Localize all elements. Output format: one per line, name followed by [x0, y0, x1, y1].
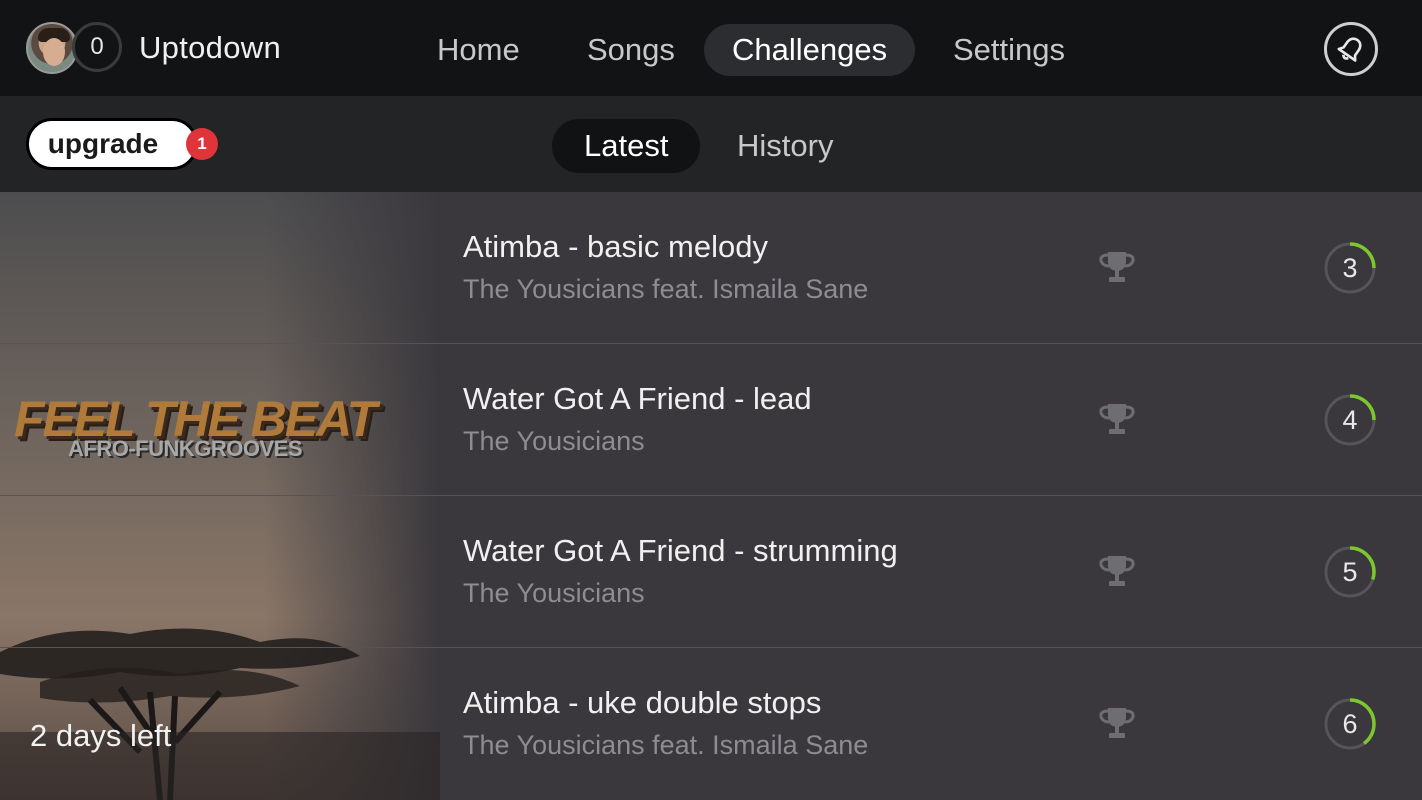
challenge-level: 3	[1342, 253, 1358, 283]
challenge-artist: The Yousicians	[463, 426, 645, 456]
challenge-level: 5	[1342, 557, 1358, 587]
nav-home[interactable]: Home	[437, 24, 520, 76]
user-level-indicator: 0	[72, 22, 122, 72]
nav-challenges[interactable]: Challenges	[704, 24, 916, 76]
days-left-label: 2 days left	[30, 718, 172, 753]
challenge-artist: The Yousicians feat. Ismaila Sane	[463, 730, 869, 760]
challenge-artwork[interactable]: FEEL THE BEAT AFRO-FUNKGROOVES 2 days le…	[0, 192, 440, 800]
acacia-tree-illustration	[0, 628, 440, 800]
notifications-button[interactable]	[1324, 22, 1378, 76]
upgrade-button[interactable]: upgrade	[26, 118, 198, 170]
nav-songs[interactable]: Songs	[587, 24, 675, 76]
bell-icon	[1337, 37, 1362, 62]
trophy-icon	[1099, 252, 1135, 282]
avatar[interactable]	[26, 22, 78, 74]
tab-latest[interactable]: Latest	[552, 119, 701, 173]
challenges-list: FEEL THE BEAT AFRO-FUNKGROOVES 2 days le…	[0, 192, 1422, 800]
challenge-level: 6	[1342, 709, 1358, 739]
challenge-artist: The Yousicians	[463, 578, 645, 608]
challenge-title: Water Got A Friend - strumming	[463, 533, 898, 568]
upgrade-label: upgrade	[47, 128, 159, 159]
challenge-art-subtitle: AFRO-FUNKGROOVES	[68, 436, 303, 461]
user-level-value: 0	[90, 33, 104, 60]
username[interactable]: Uptodown	[139, 30, 281, 66]
trophy-icon	[1099, 708, 1135, 738]
nav-settings[interactable]: Settings	[953, 24, 1065, 76]
challenge-title: Atimba - uke double stops	[463, 685, 822, 720]
trophy-icon	[1099, 556, 1135, 586]
avatar-face	[43, 38, 65, 66]
trophy-icon	[1099, 404, 1135, 434]
challenge-title: Atimba - basic melody	[463, 229, 768, 264]
challenge-row[interactable]: Water Got A Friend - lead The Yousicians…	[440, 344, 1422, 496]
tab-history[interactable]: History	[737, 119, 833, 173]
challenge-title: Water Got A Friend - lead	[463, 381, 812, 416]
challenge-row[interactable]: Water Got A Friend - strumming The Yousi…	[440, 496, 1422, 648]
challenge-artist: The Yousicians feat. Ismaila Sane	[463, 274, 869, 304]
challenge-row[interactable]: Atimba - uke double stops The Yousicians…	[440, 648, 1422, 800]
challenge-level: 4	[1342, 405, 1358, 435]
top-bar: 0 Uptodown Home Songs Challenges Setting…	[0, 0, 1422, 96]
notification-badge: 1	[186, 128, 218, 160]
challenge-row[interactable]: Atimba - basic melody The Yousicians fea…	[440, 192, 1422, 344]
